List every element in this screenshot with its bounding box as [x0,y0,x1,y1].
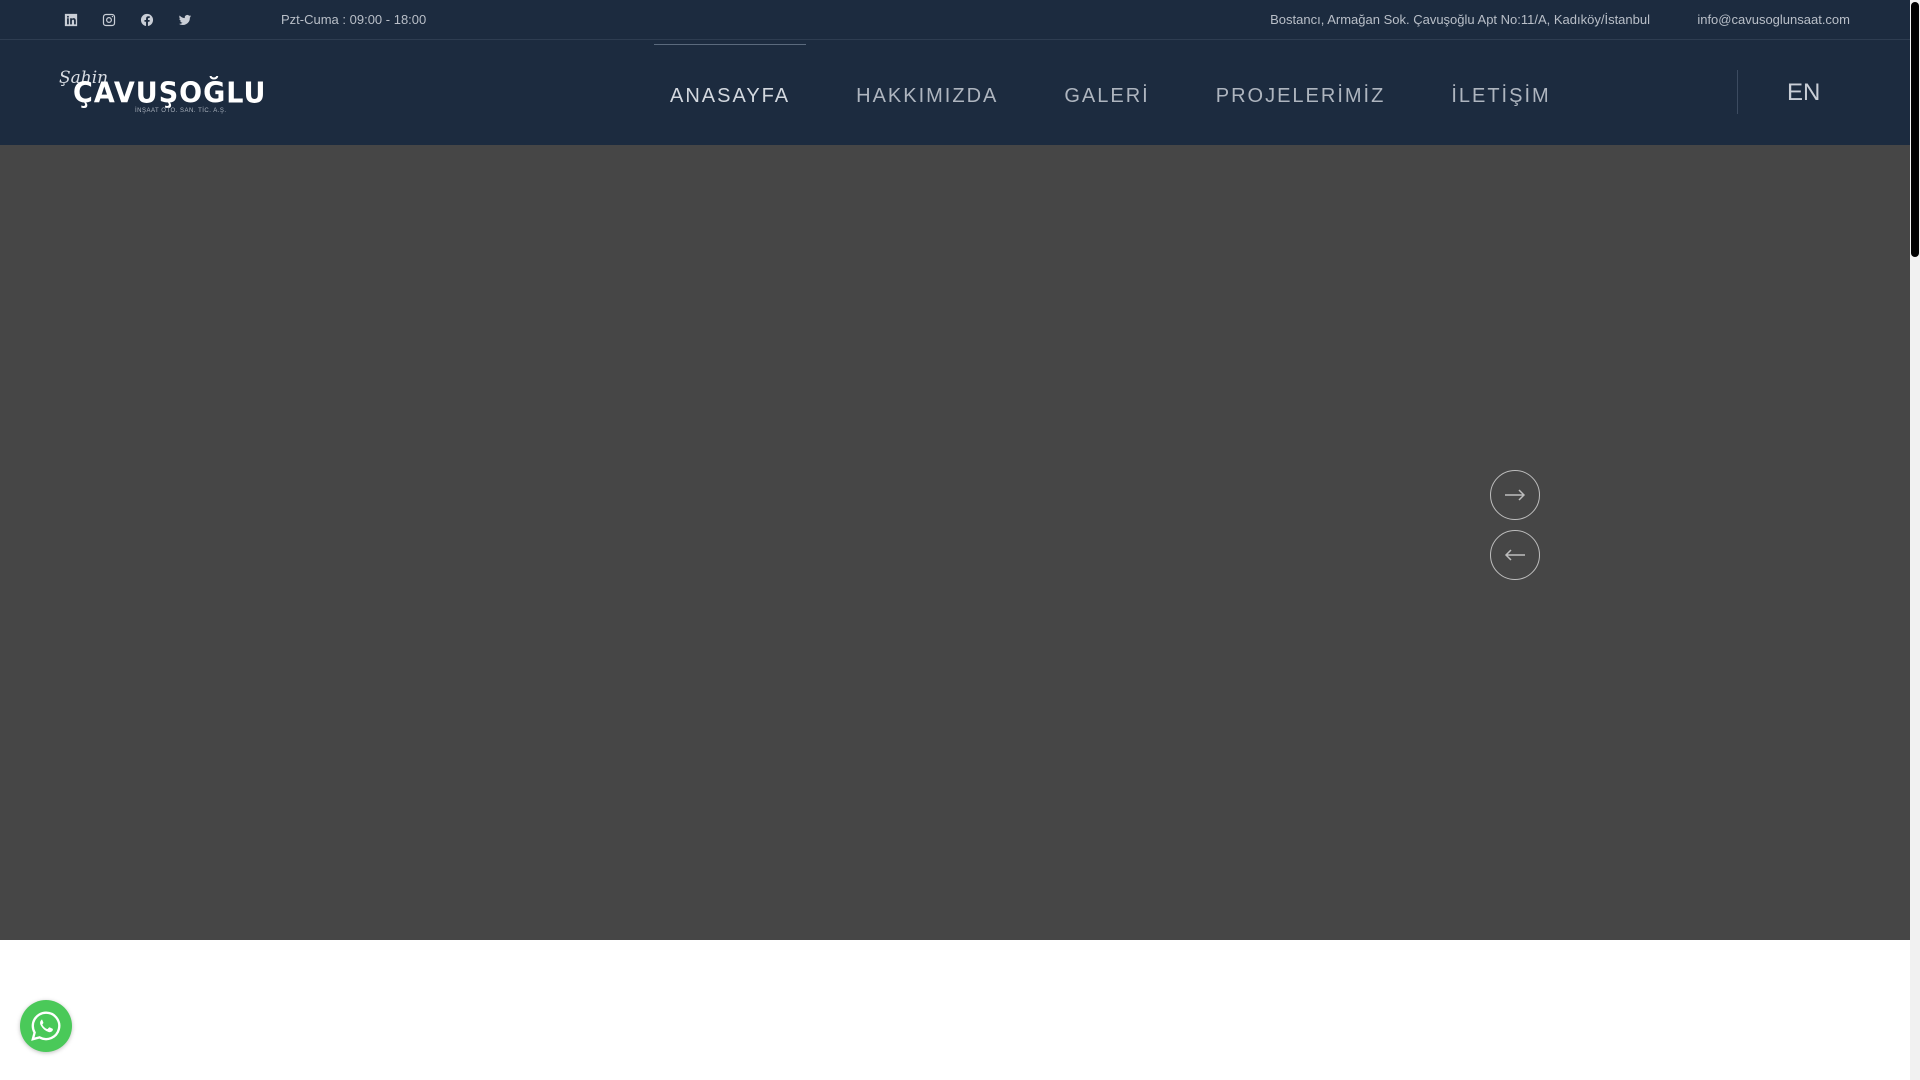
nav-item-hakkimizda[interactable]: HAKKIMIZDA [823,40,1031,145]
page: Pzt-Cuma : 09:00 - 18:00 Bostancı, Armağ… [0,0,1910,1080]
nav-item-iletisim[interactable]: İLETİŞİM [1418,40,1583,145]
instagram-icon[interactable] [90,0,128,40]
twitter-icon[interactable] [166,0,204,40]
address-text: Bostancı, Armağan Sok. Çavuşoğlu Apt No:… [1270,12,1650,27]
social-links [52,0,204,40]
scrollbar[interactable] [1910,0,1920,1080]
language-switch[interactable]: EN [1787,40,1820,145]
email-link[interactable]: info@cavusoglunsaat.com [1697,0,1850,40]
logo-subtitle: İNŞAAT OTO. SAN. TİC. A.Ş. [135,108,227,114]
nav-item-anasayfa[interactable]: ANASAYFA [637,40,823,145]
main-header: Şahin ÇAVUŞOĞLU İNŞAAT OTO. SAN. TİC. A.… [0,40,1910,145]
slider-prev-button[interactable] [1490,530,1540,580]
facebook-icon[interactable] [128,0,166,40]
whatsapp-icon [31,1011,61,1041]
arrow-left-icon [1504,549,1525,561]
top-bar: Pzt-Cuma : 09:00 - 18:00 Bostancı, Armağ… [0,0,1910,40]
header-divider [1737,70,1738,114]
whatsapp-button[interactable] [20,1000,72,1052]
working-hours: Pzt-Cuma : 09:00 - 18:00 [281,12,427,27]
scrollbar-thumb[interactable] [1911,2,1919,257]
logo-wordmark: ÇAVUŞOĞLU [73,77,267,110]
nav-item-projelerimiz[interactable]: PROJELERİMİZ [1183,40,1419,145]
nav-item-galeri[interactable]: GALERİ [1031,40,1182,145]
linkedin-icon[interactable] [52,0,90,40]
logo[interactable]: Şahin ÇAVUŞOĞLU İNŞAAT OTO. SAN. TİC. A.… [59,68,265,116]
arrow-right-icon [1505,489,1526,501]
slider-next-button[interactable] [1490,470,1540,520]
hero-slider [0,145,1910,940]
main-nav: ANASAYFA HAKKIMIZDA GALERİ PROJELERİMİZ … [637,40,1584,145]
